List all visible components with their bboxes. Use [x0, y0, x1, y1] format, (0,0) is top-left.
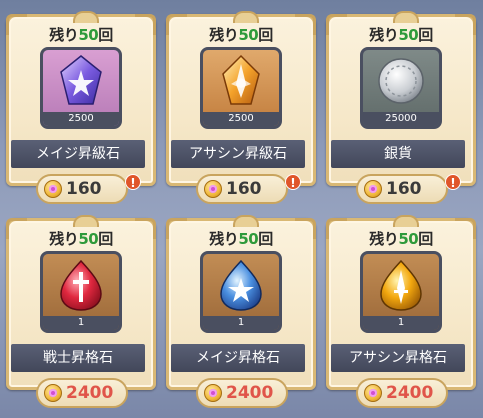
shop-item-card[interactable]: 残り50回 1 アサシン昇格石 2400	[326, 215, 476, 413]
remaining-suffix: 回	[418, 230, 433, 248]
item-name: アサシン昇級石	[171, 140, 305, 168]
blue-star-gem-icon	[220, 259, 262, 311]
buy-price-button[interactable]: 160 !	[36, 174, 141, 204]
item-quantity: 25000	[363, 112, 439, 126]
gem-currency-icon	[44, 180, 62, 198]
price-value: 2400	[226, 383, 274, 403]
remaining-count-label: 残り50回	[6, 228, 156, 249]
frame-ornament	[233, 11, 259, 23]
item-icon-box[interactable]: 1	[200, 251, 282, 333]
remaining-prefix: 残り	[369, 230, 399, 248]
item-name: アサシン昇格石	[331, 344, 465, 372]
price-value: 160	[66, 179, 102, 199]
price-value: 160	[226, 179, 262, 199]
orange-crystal-icon	[222, 54, 260, 105]
remaining-count: 50	[78, 230, 99, 248]
gem-currency-icon	[204, 180, 222, 198]
shop-item-card[interactable]: 残り50回 25000 銀貨 160 !	[326, 11, 476, 209]
buy-price-button[interactable]: 160 !	[196, 174, 301, 204]
frame-ornament	[233, 215, 259, 227]
gem-currency-icon	[364, 384, 382, 402]
item-quantity: 2500	[43, 112, 119, 126]
remaining-count-label: 残り50回	[6, 24, 156, 45]
buy-price-button[interactable]: 2400	[36, 378, 128, 408]
buy-price-button[interactable]: 2400	[356, 378, 448, 408]
frame-ornament	[73, 215, 99, 227]
remaining-count-label: 残り50回	[326, 24, 476, 45]
buy-price-button[interactable]: 2400	[196, 378, 288, 408]
alert-badge-icon: !	[445, 174, 461, 190]
item-name: メイジ昇級石	[11, 140, 145, 168]
gem-currency-icon	[44, 384, 62, 402]
remaining-count: 50	[78, 26, 99, 44]
price-value: 2400	[386, 383, 434, 403]
item-quantity: 2500	[203, 112, 279, 126]
remaining-suffix: 回	[98, 230, 113, 248]
remaining-count-label: 残り50回	[166, 24, 316, 45]
item-quantity: 1	[203, 316, 279, 330]
shop-item-card[interactable]: 残り50回 2500 メイジ昇級石 160 !	[6, 11, 156, 209]
item-icon-box[interactable]: 2500	[40, 47, 122, 129]
purple-crystal-icon	[60, 55, 102, 105]
frame-ornament	[393, 215, 419, 227]
gold-dagger-gem-icon	[380, 259, 422, 311]
price-value: 2400	[66, 383, 114, 403]
gem-currency-icon	[204, 384, 222, 402]
item-name: 銀貨	[331, 140, 465, 168]
alert-badge-icon: !	[285, 174, 301, 190]
shop-item-card[interactable]: 残り50回 2500 アサシン昇級石 160 !	[166, 11, 316, 209]
item-icon-box[interactable]: 1	[360, 251, 442, 333]
remaining-count-label: 残り50回	[326, 228, 476, 249]
item-name: 戦士昇格石	[11, 344, 145, 372]
item-icon-box[interactable]: 25000	[360, 47, 442, 129]
silver-coin-icon	[378, 58, 424, 104]
remaining-count-label: 残り50回	[166, 228, 316, 249]
buy-price-button[interactable]: 160 !	[356, 174, 461, 204]
remaining-suffix: 回	[258, 26, 273, 44]
remaining-count: 50	[398, 26, 419, 44]
shop-item-card[interactable]: 残り50回 1 メイジ昇格石 2400	[166, 215, 316, 413]
remaining-count: 50	[398, 230, 419, 248]
remaining-prefix: 残り	[209, 26, 239, 44]
remaining-prefix: 残り	[209, 230, 239, 248]
remaining-suffix: 回	[258, 230, 273, 248]
gem-currency-icon	[364, 180, 382, 198]
frame-ornament	[393, 11, 419, 23]
item-icon-box[interactable]: 2500	[200, 47, 282, 129]
remaining-count: 50	[238, 26, 259, 44]
red-sword-gem-icon	[60, 259, 102, 311]
item-quantity: 1	[43, 316, 119, 330]
shop-item-card[interactable]: 残り50回 1 戦士昇格石 2400	[6, 215, 156, 413]
remaining-prefix: 残り	[49, 26, 79, 44]
price-value: 160	[386, 179, 422, 199]
remaining-suffix: 回	[418, 26, 433, 44]
remaining-prefix: 残り	[49, 230, 79, 248]
item-quantity: 1	[363, 316, 439, 330]
item-name: メイジ昇格石	[171, 344, 305, 372]
remaining-count: 50	[238, 230, 259, 248]
alert-badge-icon: !	[125, 174, 141, 190]
frame-ornament	[73, 11, 99, 23]
item-icon-box[interactable]: 1	[40, 251, 122, 333]
remaining-prefix: 残り	[369, 26, 399, 44]
remaining-suffix: 回	[98, 26, 113, 44]
